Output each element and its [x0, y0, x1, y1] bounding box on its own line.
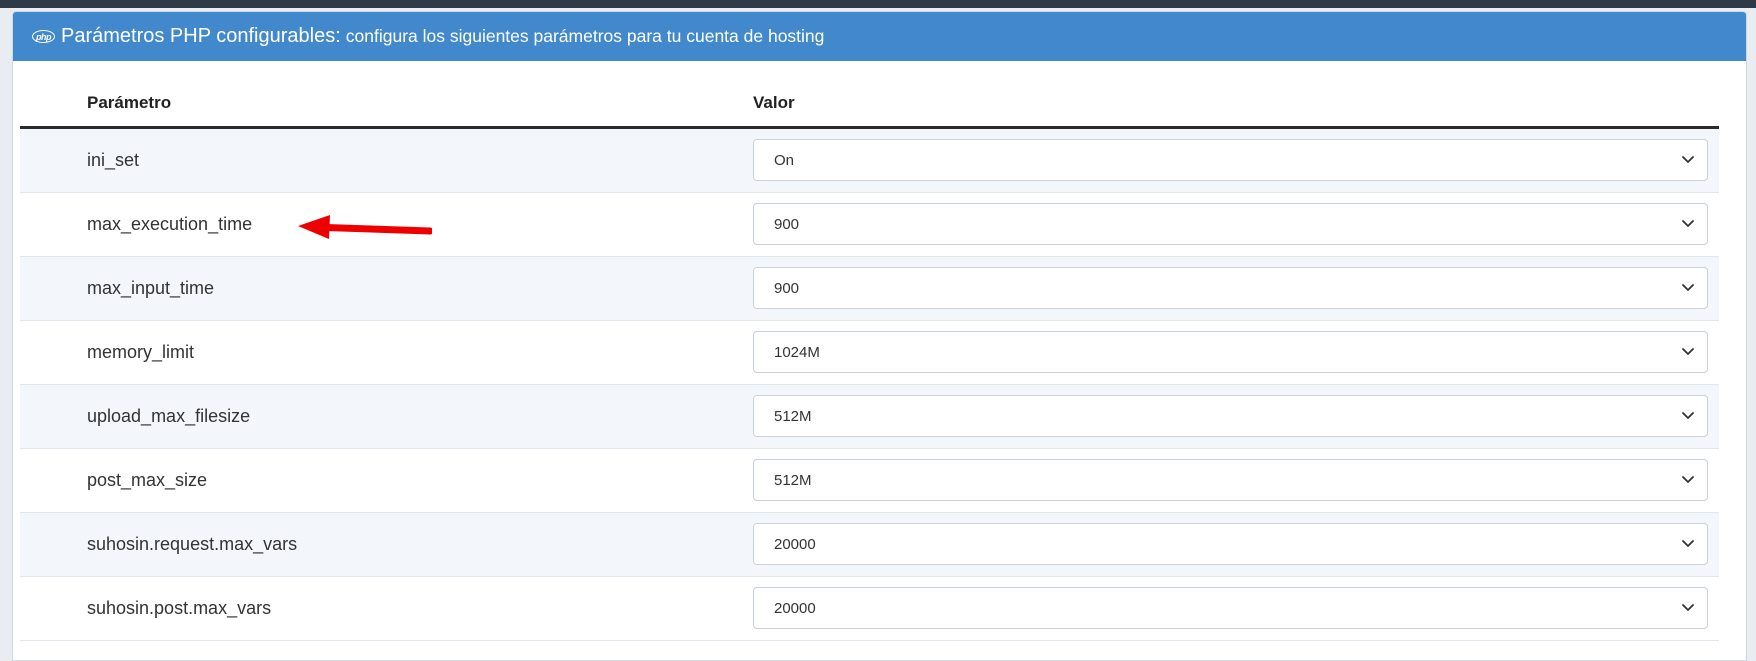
parameter-name: ini_set — [87, 150, 140, 170]
chevron-down-icon — [1682, 348, 1694, 355]
table-row: suhosin.post.max_vars 20000 — [20, 577, 1719, 641]
value-select-ini-set[interactable]: On — [753, 139, 1708, 181]
table-row: ini_set On — [20, 129, 1719, 193]
chevron-down-icon — [1682, 220, 1694, 227]
value-select-upload-max-filesize[interactable]: 512M — [753, 395, 1708, 437]
select-value: 512M — [774, 472, 812, 489]
column-header-parameter: Parámetro — [87, 93, 172, 112]
table-row: memory_limit 1024M — [20, 321, 1719, 385]
value-select-post-max-size[interactable]: 512M — [753, 459, 1708, 501]
select-value: 20000 — [774, 536, 816, 553]
chevron-down-icon — [1682, 156, 1694, 163]
parameter-name: suhosin.post.max_vars — [87, 598, 272, 618]
chevron-down-icon — [1682, 284, 1694, 291]
chevron-down-icon — [1682, 604, 1694, 611]
table-row: max_input_time 900 — [20, 257, 1719, 321]
value-select-memory-limit[interactable]: 1024M — [753, 331, 1708, 373]
table-row: max_execution_time 900 — [20, 193, 1719, 257]
php-icon: php — [32, 30, 55, 43]
select-value: 512M — [774, 408, 812, 425]
parameter-name: max_execution_time — [87, 214, 253, 234]
column-header-value: Valor — [753, 93, 795, 112]
table-row: upload_max_filesize 512M — [20, 385, 1719, 449]
value-select-suhosin-post-max-vars[interactable]: 20000 — [753, 587, 1708, 629]
parameter-name: suhosin.request.max_vars — [87, 534, 298, 554]
table-row: post_max_size 512M — [20, 449, 1719, 513]
parameter-name: upload_max_filesize — [87, 406, 251, 426]
select-value: 1024M — [774, 344, 820, 361]
select-value: 900 — [774, 216, 800, 233]
value-select-max-input-time[interactable]: 900 — [753, 267, 1708, 309]
panel-header: php Parámetros PHP configurables: config… — [13, 12, 1746, 61]
panel-subtitle: configura los siguientes parámetros para… — [345, 26, 825, 46]
table-row: suhosin.request.max_vars 20000 — [20, 513, 1719, 577]
chevron-down-icon — [1682, 476, 1694, 483]
chevron-down-icon — [1682, 412, 1694, 419]
table-header: Parámetro Valor — [20, 67, 1719, 129]
value-select-max-execution-time[interactable]: 900 — [753, 203, 1708, 245]
select-value: 20000 — [774, 600, 816, 617]
red-arrow-icon — [298, 215, 432, 239]
parameters-table: Parámetro Valor ini_set On max_execution… — [20, 67, 1719, 641]
parameter-name: post_max_size — [87, 470, 208, 490]
panel-title: Parámetros PHP configurables: — [61, 25, 341, 47]
chevron-down-icon — [1682, 540, 1694, 547]
parameter-name: max_input_time — [87, 278, 215, 298]
select-value: 900 — [774, 280, 800, 297]
select-value: On — [774, 152, 795, 169]
value-select-suhosin-request-max-vars[interactable]: 20000 — [753, 523, 1708, 565]
top-bar — [0, 0, 1756, 8]
parameter-name: memory_limit — [87, 342, 195, 362]
